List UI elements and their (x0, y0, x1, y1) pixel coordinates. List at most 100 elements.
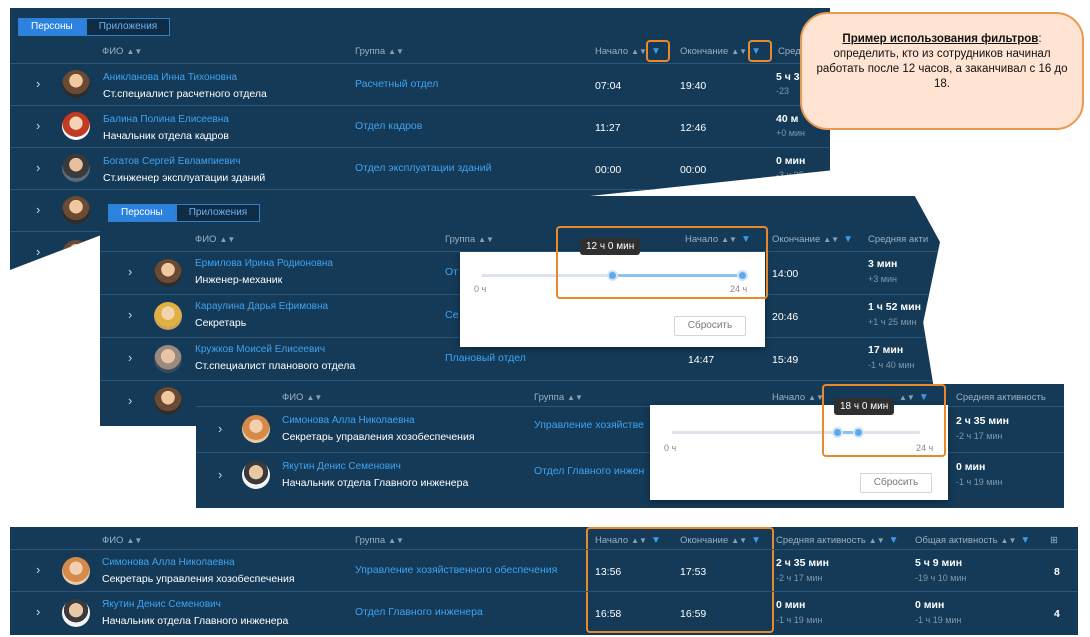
sort-icon[interactable]: ▲▼ (306, 393, 322, 402)
column-fio[interactable]: ФИО ▲▼ (195, 234, 235, 245)
avg-activity-delta: -2 ч 17 мин (956, 431, 1003, 441)
end-time: 00:00 (680, 164, 707, 176)
reset-button[interactable]: Сбросить (860, 473, 932, 493)
column-fio[interactable]: ФИО ▲▼ (282, 392, 322, 403)
table-row[interactable]: › Балина Полина Елисеевна Начальник отде… (10, 105, 830, 148)
sort-icon[interactable]: ▲▼ (567, 393, 583, 402)
start-time: 07:04 (595, 80, 622, 92)
chevron-right-icon[interactable]: › (128, 350, 132, 365)
person-position: Секретарь управления хозобеспечения (282, 431, 475, 443)
range-min-label: 0 ч (474, 284, 487, 294)
column-group[interactable]: Группа ▲▼ (534, 392, 583, 403)
group-link[interactable]: Се (445, 309, 458, 321)
sort-icon[interactable]: ▲▼ (823, 235, 839, 244)
group-link[interactable]: Отдел Главного инжен (534, 465, 644, 477)
avatar (154, 302, 182, 330)
table-row[interactable]: › Симонова Алла Николаевна Секретарь упр… (10, 549, 1078, 592)
sort-icon[interactable]: ▲▼ (219, 235, 235, 244)
group-link[interactable]: Отдел Главного инженера (355, 606, 483, 618)
avg-activity: 40 м (776, 113, 799, 125)
person-name[interactable]: Симонова Алла Николаевна (102, 557, 235, 568)
person-name[interactable]: Ермилова Ирина Родионовна (195, 258, 333, 269)
person-name[interactable]: Аникланова Инна Тихоновна (103, 72, 237, 83)
sort-icon[interactable]: ▲▼ (126, 536, 142, 545)
person-name[interactable]: Караулина Дарья Ефимовна (195, 301, 328, 312)
column-avg[interactable]: Средняя активность ▲▼ ▼ (776, 535, 899, 546)
column-fio[interactable]: ФИО ▲▼ (102, 535, 142, 546)
sort-icon[interactable]: ▲▼ (631, 47, 647, 56)
avatar (62, 112, 90, 140)
person-name[interactable]: Балина Полина Елисеевна (103, 114, 229, 125)
highlight-end-filter-popup (822, 384, 946, 457)
table-row[interactable]: › Аникланова Инна Тихоновна Ст.специалис… (10, 63, 830, 106)
sort-icon[interactable]: ▲▼ (388, 47, 404, 56)
person-name[interactable]: Богатов Сергей Евлампиевич (103, 156, 240, 167)
sort-icon[interactable]: ▲▼ (1001, 536, 1017, 545)
group-link[interactable]: Расчетный отдел (355, 78, 438, 90)
reset-button[interactable]: Сбросить (674, 316, 746, 336)
group-link[interactable]: Управление хозяйственного обеспечения (355, 564, 557, 576)
chevron-right-icon[interactable]: › (218, 421, 222, 436)
highlight-start-filter (646, 40, 670, 62)
end-time: 16:59 (680, 608, 707, 620)
range-min-label: 0 ч (664, 443, 677, 453)
start-time: 14:47 (688, 354, 715, 366)
person-name[interactable]: Симонова Алла Николаевна (282, 415, 415, 426)
person-position: Начальник отдела кадров (103, 130, 229, 142)
avg-activity-delta: -2 ч 17 мин (776, 573, 823, 583)
column-group[interactable]: Группа ▲▼ (355, 46, 404, 57)
avatar (62, 70, 90, 98)
sort-icon[interactable]: ▲▼ (388, 536, 404, 545)
column-avg[interactable]: Средняя активность (956, 392, 1046, 403)
sort-icon[interactable]: ▲▼ (869, 536, 885, 545)
sort-icon[interactable]: ▲▼ (126, 47, 142, 56)
group-link[interactable]: Отдел эксплуатации зданий (355, 162, 491, 174)
sort-icon[interactable]: ▲▼ (478, 235, 494, 244)
tab-apps[interactable]: Приложения (175, 204, 261, 222)
chevron-right-icon[interactable]: › (36, 604, 40, 619)
sort-icon[interactable]: ▲▼ (731, 47, 747, 56)
group-link[interactable]: Плановый отдел (445, 352, 526, 364)
column-fio[interactable]: ФИО ▲▼ (102, 46, 142, 57)
person-name[interactable]: Кружков Моисей Елисеевич (195, 344, 325, 355)
tab-persons[interactable]: Персоны (18, 18, 86, 36)
tab-apps[interactable]: Приложения (85, 18, 171, 36)
table-row[interactable]: › Богатов Сергей Евлампиевич Ст.инженер … (10, 147, 830, 190)
person-name[interactable]: Якутин Денис Семенович (102, 599, 221, 610)
group-link[interactable]: От (445, 266, 458, 278)
person-name[interactable]: Якутин Денис Семенович (282, 461, 401, 472)
avatar (154, 387, 182, 415)
end-time: 20:46 (772, 311, 799, 323)
chevron-right-icon[interactable]: › (128, 393, 132, 408)
chevron-right-icon[interactable]: › (218, 467, 222, 482)
group-link[interactable]: Отдел кадров (355, 120, 422, 132)
filter-icon[interactable]: ▼ (843, 234, 853, 245)
chevron-right-icon[interactable]: › (36, 562, 40, 577)
tab-persons[interactable]: Персоны (108, 204, 176, 222)
column-group[interactable]: Группа ▲▼ (445, 234, 494, 245)
column-start[interactable]: Начало ▲▼ (772, 392, 824, 403)
filter-icon[interactable]: ▼ (889, 535, 899, 546)
column-end[interactable]: Окончание ▲▼ ▼ (772, 234, 853, 245)
chevron-right-icon[interactable]: › (128, 264, 132, 279)
chevron-right-icon[interactable]: › (36, 244, 40, 259)
table-row[interactable]: › Якутин Денис Семенович Начальник отдел… (10, 591, 1078, 634)
chevron-right-icon[interactable]: › (36, 160, 40, 175)
column-group[interactable]: Группа ▲▼ (355, 535, 404, 546)
avg-activity: 3 мин (868, 258, 898, 270)
tabs: Персоны Приложения (18, 18, 171, 36)
avatar (242, 415, 270, 443)
chevron-right-icon[interactable]: › (36, 118, 40, 133)
group-link[interactable]: Управление хозяйстве (534, 419, 644, 431)
avatar (62, 599, 90, 627)
chevron-right-icon[interactable]: › (36, 76, 40, 91)
chevron-right-icon[interactable]: › (36, 202, 40, 217)
column-avg[interactable]: Средняя акти (868, 234, 928, 245)
filter-icon[interactable]: ▼ (1020, 535, 1030, 546)
column-total[interactable]: Общая активность ▲▼ ▼ (915, 535, 1030, 546)
end-time: 12:46 (680, 122, 707, 134)
total-activity-delta: -1 ч 19 мин (915, 615, 962, 625)
avg-activity-delta: -3 ч 35 мин (776, 170, 823, 180)
column-count[interactable]: ⊞ (1050, 535, 1058, 546)
chevron-right-icon[interactable]: › (128, 307, 132, 322)
